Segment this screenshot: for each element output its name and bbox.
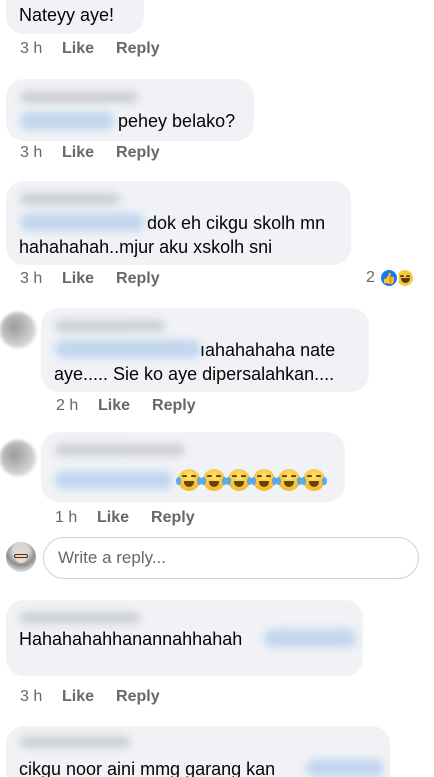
comment-time: 3 h [20,688,43,705]
reply-button[interactable]: Reply [116,144,160,162]
comment-actions: 2 h Like Reply [56,397,196,415]
blurred-mention[interactable] [20,112,114,130]
like-button[interactable]: Like [62,40,94,58]
comment-bubble: Nateyy aye! [6,0,144,34]
tears-of-joy-emoji [176,469,202,491]
like-button[interactable]: Like [62,144,94,162]
comment-bubble: cikgu noor aini mmg garang kan [6,726,390,777]
user-avatar[interactable] [0,440,36,476]
comment-time: 3 h [20,270,43,287]
reaction-summary[interactable]: 2 👍 [366,268,415,288]
blurred-mention[interactable] [55,340,201,358]
like-button[interactable]: Like [98,397,130,415]
comment-text-line-1: dok eh cikgu skolh mn [147,213,326,233]
comment-bubble: dok eh cikgu skolh mn hahahahah..mjur ak… [6,181,351,265]
comment-time: 2 h [56,397,79,414]
emoji-row [176,469,327,491]
comment-bubble: ıahahahaha nate aye..... Sie ko aye dipe… [41,308,369,392]
comment-bubble [41,432,345,502]
blurred-author-name [20,736,130,748]
comment-actions: 3 h Like Reply [20,688,160,706]
reply-button[interactable]: Reply [116,688,160,706]
reply-input[interactable]: Write a reply... [43,537,419,579]
like-button[interactable]: Like [62,688,94,706]
comment-text-line-2: aye..... Sie ko aye dipersalahkan.... [54,364,335,384]
comment-actions: 3 h Like Reply [20,40,160,58]
reply-button[interactable]: Reply [116,270,160,288]
like-button[interactable]: Like [62,270,94,288]
comment-text: Hahahahahhanannahhahah [19,629,243,649]
comment-time: 3 h [20,40,43,57]
user-avatar[interactable] [0,312,36,348]
tears-of-joy-emoji [301,469,327,491]
blurred-author-name [55,444,185,456]
reaction-count: 2 [366,269,375,286]
comment-text: cikgu noor aini mmg garang kan [19,759,276,777]
blurred-mention[interactable] [55,471,173,489]
comment-text: pehey belako? [118,111,236,131]
comment-bubble: Hahahahahhanannahhahah [6,600,363,676]
comment-time: 1 h [55,509,78,526]
tears-of-joy-emoji [276,469,302,491]
tears-of-joy-emoji [226,469,252,491]
comment-text-line-1: ıahahahaha nate [200,340,336,360]
like-button[interactable]: Like [97,509,129,527]
reply-button[interactable]: Reply [152,397,196,415]
blurred-author-name [20,91,138,103]
reply-button[interactable]: Reply [116,40,160,58]
comment-actions: 3 h Like Reply [20,144,160,162]
blurred-author-name [20,193,120,205]
comment-time: 3 h [20,144,43,161]
blurred-mention[interactable] [264,629,356,647]
comment-text-line-2: hahahahah..mjur aku xskolh sni [19,237,273,257]
tears-of-joy-emoji [201,469,227,491]
reply-button[interactable]: Reply [151,509,195,527]
blurred-author-name [20,612,140,624]
comment-text: Nateyy aye! [19,5,115,25]
comment-actions: 3 h Like Reply [20,270,160,288]
comment-actions: 1 h Like Reply [55,509,195,527]
blurred-author-name [55,320,165,332]
blurred-mention[interactable] [306,759,384,777]
tears-of-joy-emoji [251,469,277,491]
comment-bubble: pehey belako? [6,79,254,141]
current-user-avatar[interactable] [6,542,36,572]
blurred-mention[interactable] [20,213,144,231]
like-reaction-icon: 👍 [378,268,399,288]
